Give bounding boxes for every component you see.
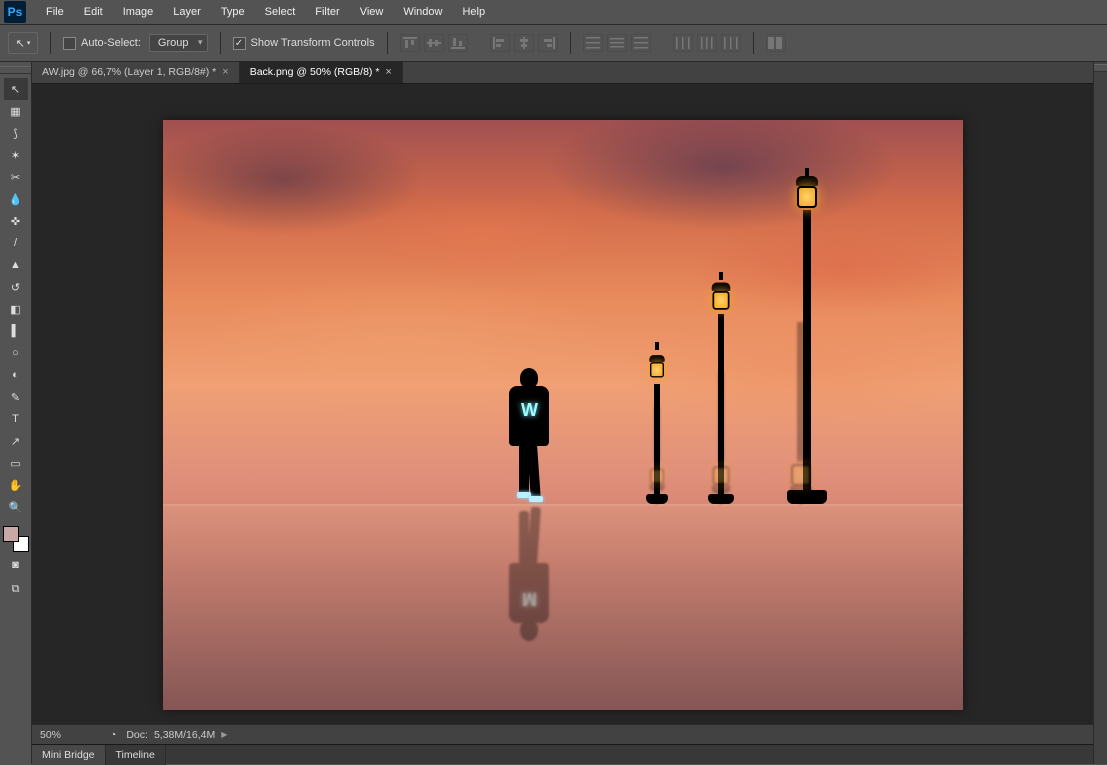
hand-tool[interactable]: ✋ [4, 474, 28, 496]
chevron-right-icon[interactable]: ▶ [221, 730, 227, 739]
canvas-viewport[interactable]: W M [32, 84, 1093, 724]
distribute-vcenter-icon[interactable] [607, 34, 627, 52]
status-icon[interactable]: ◔ [110, 729, 116, 741]
menu-help[interactable]: Help [452, 2, 495, 22]
blur-tool[interactable]: ○ [4, 342, 28, 364]
distribute-group-2 [673, 34, 741, 52]
pen-tool[interactable]: ✎ [4, 386, 28, 408]
separator [387, 32, 388, 54]
panel-grip[interactable] [0, 66, 31, 74]
tab-mini-bridge[interactable]: Mini Bridge [32, 745, 106, 765]
horizon-line [163, 504, 963, 506]
quick-select-tool[interactable]: ✶ [4, 144, 28, 166]
distribute-top-icon[interactable] [583, 34, 603, 52]
menu-window[interactable]: Window [393, 2, 452, 22]
walking-figure: W [499, 368, 559, 508]
tab-label: AW.jpg @ 66,7% (Layer 1, RGB/8#) * [42, 66, 216, 78]
auto-select-mode-dropdown[interactable]: Group [149, 34, 208, 52]
streetlamp-large [787, 168, 827, 504]
checkbox-icon [233, 37, 246, 50]
tools-panel: ↖▦⟆✶✂💧✜/▲↺◧▌○◐✎T↗▭✋🔍 ◙ ⧉ [0, 62, 32, 764]
menu-view[interactable]: View [350, 2, 394, 22]
lasso-tool[interactable]: ⟆ [4, 122, 28, 144]
auto-align-icon[interactable] [766, 34, 786, 52]
distribute-left-icon[interactable] [673, 34, 693, 52]
document-area: AW.jpg @ 66,7% (Layer 1, RGB/8#) * × Bac… [32, 62, 1093, 764]
status-bar: 50% ◔ Doc: 5,38M/16,4M ▶ [32, 724, 1093, 744]
color-swatches[interactable] [3, 526, 29, 552]
distribute-bottom-icon[interactable] [631, 34, 651, 52]
canvas-image: W M [163, 120, 963, 710]
eyedropper-tool[interactable]: 💧 [4, 188, 28, 210]
dock-grip[interactable] [1094, 64, 1107, 72]
figure-reflection: M [499, 521, 559, 641]
auto-select-checkbox[interactable]: Auto-Select: [63, 37, 141, 50]
tab-label: Back.png @ 50% (RGB/8) * [250, 66, 380, 78]
checkbox-icon [63, 37, 76, 50]
screen-mode-icon[interactable]: ⧉ [4, 578, 28, 600]
show-transform-label: Show Transform Controls [251, 37, 375, 49]
auto-align-group [766, 34, 786, 52]
menu-filter[interactable]: Filter [305, 2, 349, 22]
bottom-panel-tabs: Mini Bridge Timeline [32, 744, 1093, 764]
quick-mask-icon[interactable]: ◙ [4, 554, 28, 576]
menu-layer[interactable]: Layer [163, 2, 211, 22]
app-logo: Ps [4, 1, 26, 23]
align-group-1 [400, 34, 468, 52]
align-bottom-icon[interactable] [448, 34, 468, 52]
move-tool[interactable]: ↖ [4, 78, 28, 100]
align-top-icon[interactable] [400, 34, 420, 52]
right-dock-collapsed[interactable] [1093, 62, 1107, 764]
separator [220, 32, 221, 54]
separator [570, 32, 571, 54]
distribute-hcenter-icon[interactable] [697, 34, 717, 52]
separator [50, 32, 51, 54]
path-select-tool[interactable]: ↗ [4, 430, 28, 452]
close-icon[interactable]: × [222, 66, 228, 78]
menu-image[interactable]: Image [113, 2, 164, 22]
align-hcenter-icon[interactable] [514, 34, 534, 52]
menu-type[interactable]: Type [211, 2, 255, 22]
align-right-icon[interactable] [538, 34, 558, 52]
doc-info[interactable]: Doc: 5,38M/16,4M ▶ [126, 729, 227, 741]
show-transform-checkbox[interactable]: Show Transform Controls [233, 37, 375, 50]
menubar: Ps File Edit Image Layer Type Select Fil… [0, 0, 1107, 24]
tab-timeline[interactable]: Timeline [106, 745, 166, 765]
align-vcenter-icon[interactable] [424, 34, 444, 52]
crop-tool[interactable]: ✂ [4, 166, 28, 188]
tab-document-1[interactable]: AW.jpg @ 66,7% (Layer 1, RGB/8#) * × [32, 61, 240, 83]
separator [753, 32, 754, 54]
foreground-color-swatch[interactable] [3, 526, 19, 542]
tab-document-2[interactable]: Back.png @ 50% (RGB/8) * × [240, 61, 403, 83]
stamp-tool[interactable]: ▲ [4, 254, 28, 276]
options-bar: ↖▾ Auto-Select: Group Show Transform Con… [0, 24, 1107, 62]
figure-logo-reflection: M [522, 588, 535, 609]
menu-edit[interactable]: Edit [74, 2, 113, 22]
eraser-tool[interactable]: ◧ [4, 298, 28, 320]
ground-reflection [163, 504, 963, 711]
menu-file[interactable]: File [36, 2, 74, 22]
heal-tool[interactable]: ✜ [4, 210, 28, 232]
distribute-group-1 [583, 34, 651, 52]
menu-select[interactable]: Select [255, 2, 306, 22]
shape-tool[interactable]: ▭ [4, 452, 28, 474]
dodge-tool[interactable]: ◐ [4, 364, 28, 386]
marquee-tool[interactable]: ▦ [4, 100, 28, 122]
document-tabs: AW.jpg @ 66,7% (Layer 1, RGB/8#) * × Bac… [32, 62, 1093, 84]
zoom-tool[interactable]: 🔍 [4, 496, 28, 518]
close-icon[interactable]: × [385, 66, 391, 78]
type-tool[interactable]: T [4, 408, 28, 430]
gradient-tool[interactable]: ▌ [4, 320, 28, 342]
align-left-icon[interactable] [490, 34, 510, 52]
auto-select-label: Auto-Select: [81, 37, 141, 49]
zoom-level[interactable]: 50% [40, 729, 100, 741]
figure-logo: W [521, 400, 536, 421]
align-group-2 [490, 34, 558, 52]
distribute-right-icon[interactable] [721, 34, 741, 52]
current-tool-icon[interactable]: ↖▾ [8, 32, 38, 54]
doc-label: Doc: [126, 729, 148, 741]
history-brush-tool[interactable]: ↺ [4, 276, 28, 298]
brush-tool[interactable]: / [4, 232, 28, 254]
doc-size: 5,38M/16,4M [154, 729, 215, 741]
